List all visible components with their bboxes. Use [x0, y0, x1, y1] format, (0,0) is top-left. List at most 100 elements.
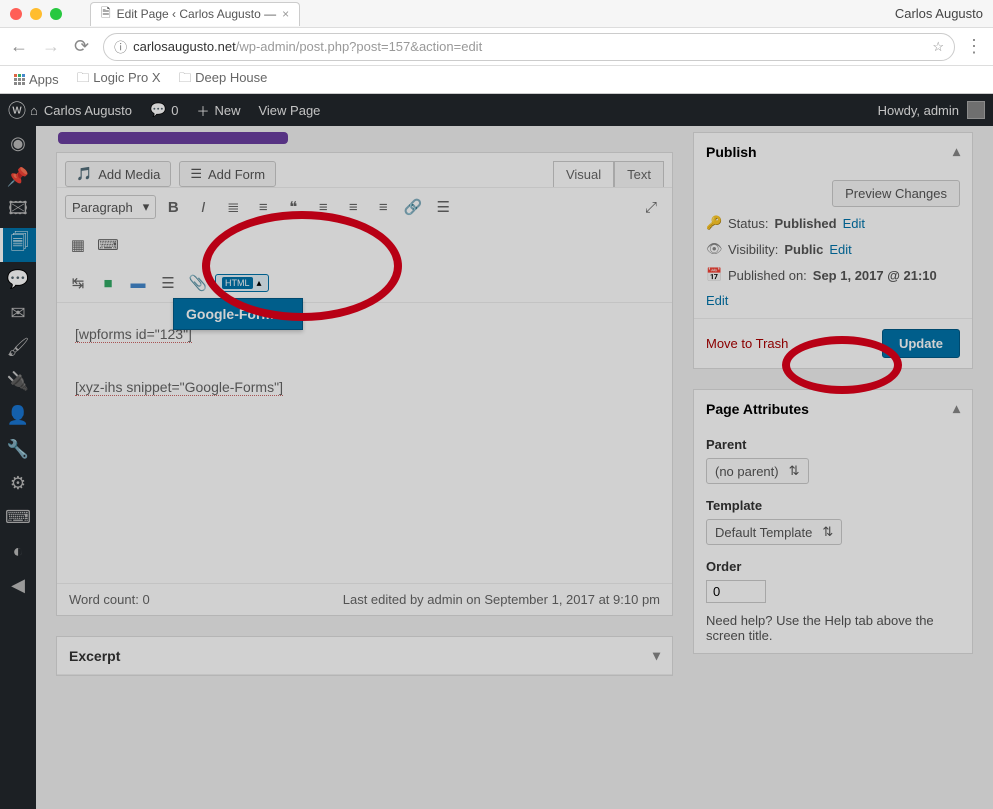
settings-icon[interactable]: ⚙	[0, 466, 36, 500]
comments-icon[interactable]: 💬	[0, 262, 36, 296]
edit-visibility-link[interactable]: Edit	[829, 242, 851, 257]
select-arrows-icon: ⇅	[822, 524, 833, 540]
address-bar[interactable]: ⓘ carlosaugusto.net /wp-admin/post.php?p…	[103, 33, 955, 61]
publish-panel-toggle[interactable]: Publish ▴	[694, 133, 972, 170]
minimize-window-button[interactable]	[30, 8, 42, 20]
view-page-link[interactable]: View Page	[258, 103, 320, 118]
color2-button[interactable]: ▬	[125, 270, 151, 296]
align-right-button[interactable]: ≡	[370, 194, 396, 220]
site-link[interactable]: ⌂ Carlos Augusto	[30, 103, 132, 118]
bold-button[interactable]: B	[160, 194, 186, 220]
tab-visual[interactable]: Visual	[553, 161, 614, 187]
browser-toolbar: ← → ⟳ ⓘ carlosaugusto.net /wp-admin/post…	[0, 28, 993, 66]
hr-button[interactable]: ☰	[155, 270, 181, 296]
chevron-up-icon: ▴	[953, 400, 960, 417]
form-icon: ☰	[190, 166, 202, 182]
plus-icon: ＋	[196, 101, 209, 120]
update-button[interactable]: Update	[882, 329, 960, 358]
reload-button[interactable]: ⟳	[74, 36, 89, 57]
ul-button[interactable]: ≣	[220, 194, 246, 220]
dashboard-icon[interactable]: ◉	[0, 126, 36, 160]
site-info-icon[interactable]: ⓘ	[114, 37, 127, 56]
apps-shortcut[interactable]: Apps	[14, 72, 59, 87]
align-left-button[interactable]: ≡	[310, 194, 336, 220]
wp-admin-bar: ⓦ ⌂ Carlos Augusto 💬 0 ＋ New View Page H…	[0, 94, 993, 126]
parent-value: (no parent)	[715, 464, 779, 479]
page-attributes-toggle[interactable]: Page Attributes ▴	[694, 390, 972, 427]
last-edited: Last edited by admin on September 1, 201…	[343, 592, 660, 607]
tab-text[interactable]: Text	[614, 161, 664, 187]
browser-tab[interactable]: 🗎 Edit Page ‹ Carlos Augusto — ×	[90, 2, 300, 26]
edit-date-link[interactable]: Edit	[706, 293, 728, 308]
html-snippet-button[interactable]: HTML ▴	[215, 274, 269, 292]
color1-button[interactable]: ■	[95, 270, 121, 296]
preview-changes-button[interactable]: Preview Changes	[832, 180, 960, 207]
chevron-up-icon: ▴	[953, 143, 960, 160]
pages-icon[interactable]: 🗐	[0, 228, 36, 262]
users-icon[interactable]: 👤	[0, 398, 36, 432]
order-input[interactable]	[706, 580, 766, 603]
site-name: Carlos Augusto	[44, 103, 132, 118]
outdent-button[interactable]: ↹	[65, 270, 91, 296]
collapse-icon[interactable]: ◀	[0, 568, 36, 602]
bookmark-label: Logic Pro X	[93, 70, 160, 85]
edit-status-link[interactable]: Edit	[843, 216, 865, 231]
window-titlebar: 🗎 Edit Page ‹ Carlos Augusto — × Carlos …	[0, 0, 993, 28]
insert-button[interactable]: 📎	[185, 270, 211, 296]
add-form-button[interactable]: ☰ Add Form	[179, 161, 276, 187]
template-select[interactable]: Default Template ⇅	[706, 519, 842, 545]
align-center-button[interactable]: ≡	[340, 194, 366, 220]
italic-button[interactable]: I	[190, 194, 216, 220]
snippet-dropdown-item[interactable]: Google-Forms	[173, 298, 303, 330]
url-path: /wp-admin/post.php?post=157&action=edit	[236, 39, 482, 54]
keyboard-button[interactable]: ⌨	[95, 232, 121, 258]
new-link[interactable]: ＋ New	[196, 101, 240, 120]
status-label: Status:	[728, 216, 768, 231]
add-media-button[interactable]: 🎵Add Media	[65, 161, 171, 187]
link-button[interactable]: 🔗	[400, 194, 426, 220]
editor-content[interactable]: [wpforms id="123"] [xyz-ihs snippet="Goo…	[57, 303, 672, 583]
notice-bar	[58, 132, 288, 144]
ol-button[interactable]: ≡	[250, 194, 276, 220]
browser-menu-button[interactable]: ⋮	[965, 36, 983, 57]
wp-logo-icon[interactable]: ⓦ	[8, 97, 26, 123]
key-icon: 🔑	[706, 215, 722, 231]
home-icon: ⌂	[30, 103, 38, 118]
folder-icon: 🗀	[178, 70, 191, 85]
media-icon[interactable]: 🖾	[0, 194, 36, 228]
format-select[interactable]: Paragraph▾	[65, 195, 156, 219]
fullscreen-button[interactable]: ⤢	[638, 194, 664, 220]
chevron-down-icon: ▾	[653, 647, 660, 664]
posts-icon[interactable]: 📌	[0, 160, 36, 194]
snippets-icon[interactable]: ⌨	[0, 500, 36, 534]
tools-icon[interactable]: 🔧	[0, 432, 36, 466]
move-to-trash-link[interactable]: Move to Trash	[706, 336, 788, 351]
plugins-icon[interactable]: 🔌	[0, 364, 36, 398]
tab-title: Edit Page ‹ Carlos Augusto —	[117, 7, 276, 21]
seo-icon[interactable]: ◐	[0, 534, 36, 568]
add-form-label: Add Form	[208, 167, 265, 182]
more-button[interactable]: ☰	[430, 194, 456, 220]
howdy-text[interactable]: Howdy, admin	[878, 103, 959, 118]
contact-icon[interactable]: ✉	[0, 296, 36, 330]
back-button[interactable]: ←	[10, 36, 28, 57]
maximize-window-button[interactable]	[50, 8, 62, 20]
eye-icon: 👁	[706, 241, 722, 257]
toolbar-toggle-button[interactable]: ▦	[65, 232, 91, 258]
appearance-icon[interactable]: 🖌	[0, 330, 36, 364]
select-arrows-icon: ⇅	[789, 463, 800, 479]
bookmark-folder[interactable]: 🗀 Logic Pro X	[77, 69, 161, 91]
comments-link[interactable]: 💬 0	[150, 102, 178, 118]
avatar[interactable]	[967, 101, 985, 119]
close-window-button[interactable]	[10, 8, 22, 20]
parent-select[interactable]: (no parent) ⇅	[706, 458, 809, 484]
apps-label: Apps	[29, 72, 59, 87]
excerpt-panel-toggle[interactable]: Excerpt ▾	[57, 637, 672, 675]
bookmark-folder[interactable]: 🗀 Deep House	[178, 69, 267, 91]
bookmark-star-icon[interactable]: ☆	[932, 39, 944, 55]
template-value: Default Template	[715, 525, 812, 540]
quote-button[interactable]: ❝	[280, 194, 306, 220]
close-tab-icon[interactable]: ×	[282, 7, 289, 21]
forward-button[interactable]: →	[42, 36, 60, 57]
wp-sidebar: ◉ 📌 🖾 🗐 💬 ✉ 🖌 🔌 👤 🔧 ⚙ ⌨ ◐ ◀	[0, 126, 36, 809]
